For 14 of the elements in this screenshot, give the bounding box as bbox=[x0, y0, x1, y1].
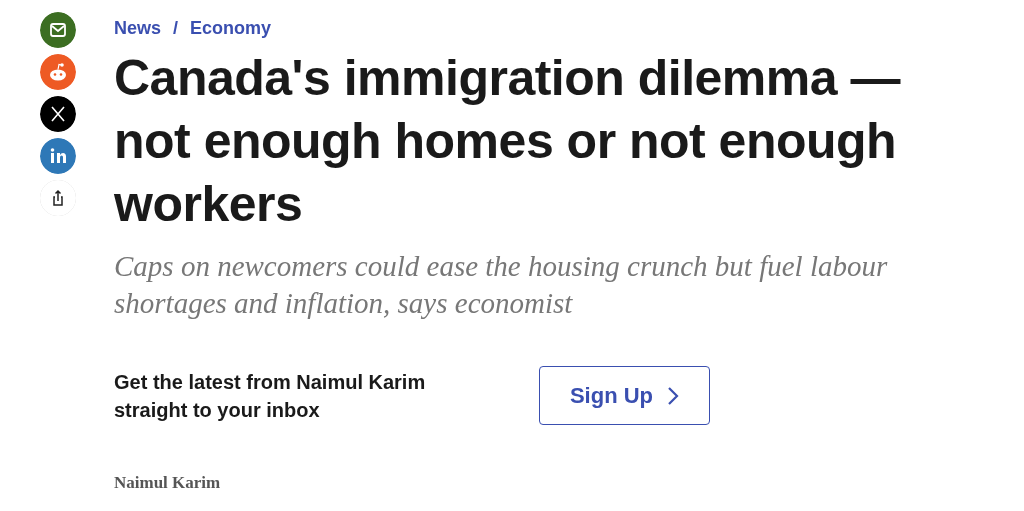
newsletter-text: Get the latest from Naimul Karim straight to your inbox bbox=[114, 369, 427, 423]
subheadline: Caps on newcomers could ease the housing crunch but fuel labour shortages and inflation, says economist bbox=[114, 249, 889, 321]
breadcrumb-link[interactable]: News bbox=[114, 18, 162, 39]
sign-up-button[interactable]: Sign Up bbox=[539, 366, 710, 425]
x-logo-icon[interactable] bbox=[40, 96, 76, 132]
breadcrumb-link[interactable]: Economy bbox=[190, 18, 272, 39]
alien-icon[interactable] bbox=[40, 54, 76, 90]
email-icon[interactable] bbox=[40, 12, 76, 48]
linkedin-icon[interactable] bbox=[40, 138, 76, 174]
headline: Canada's immigration dilemma — not enough homes or not enough workers bbox=[114, 49, 902, 234]
share-icon[interactable] bbox=[40, 180, 76, 216]
author-name: Naimul Karim bbox=[114, 473, 222, 493]
chevron-icon bbox=[667, 385, 680, 406]
breadcrumb-separator: / bbox=[173, 18, 179, 39]
